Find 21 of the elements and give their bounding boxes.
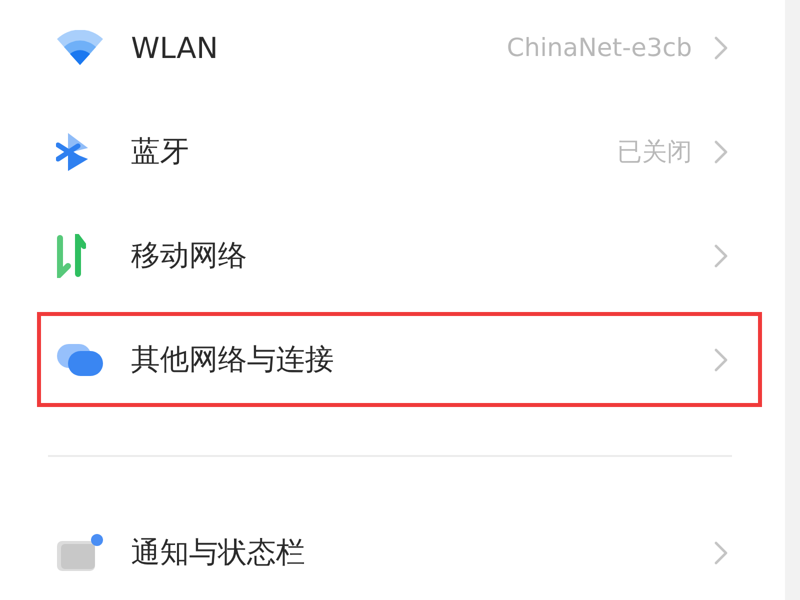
notification-icon (56, 532, 104, 572)
chevron-right-icon (714, 140, 728, 164)
row-label: 通知与状态栏 (131, 534, 306, 570)
settings-row[interactable]: 通知与状态栏 (37, 505, 762, 600)
settings-row[interactable]: 蓝牙 已关闭 (37, 104, 762, 199)
chevron-right-icon (714, 36, 728, 60)
settings-row[interactable]: 移动网络 (37, 208, 762, 303)
chevron-right-icon (714, 244, 728, 268)
chevron-right-icon (714, 348, 728, 372)
row-label: 移动网络 (131, 236, 248, 274)
row-value: 已关闭 (617, 136, 692, 168)
row-label: 其他网络与连接 (131, 340, 335, 378)
row-value: ChinaNet-e3cb (506, 33, 692, 62)
row-label: WLAN (131, 30, 220, 64)
overlapping-shapes-icon (56, 342, 104, 376)
settings-row[interactable]: WLAN ChinaNet-e3cb (37, 0, 762, 95)
settings-row[interactable]: 其他网络与连接 (37, 312, 762, 407)
chevron-right-icon (714, 540, 728, 564)
row-label: 蓝牙 (131, 132, 190, 170)
bluetooth-icon (56, 130, 90, 172)
wifi-icon (56, 30, 104, 66)
